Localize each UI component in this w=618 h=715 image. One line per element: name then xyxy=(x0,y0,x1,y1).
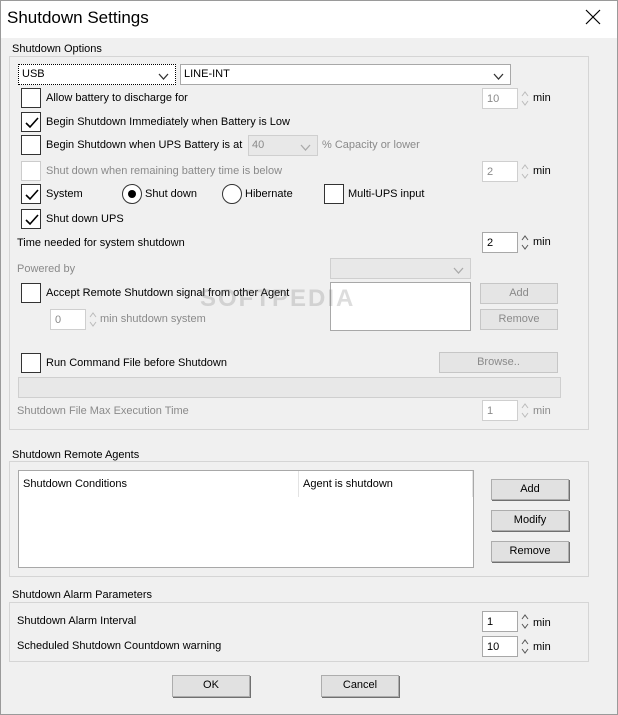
alarm-interval-label: Shutdown Alarm Interval xyxy=(17,615,137,627)
max-exec-unit: min xyxy=(533,405,551,417)
remote-min-input[interactable]: 0 xyxy=(50,309,86,330)
allow-discharge-label: Allow battery to discharge for xyxy=(46,92,188,104)
max-exec-spinner[interactable] xyxy=(520,400,530,421)
begin-at-label: Begin Shutdown when UPS Battery is at xyxy=(46,139,243,151)
time-needed-unit: min xyxy=(533,236,551,248)
max-exec-value: 1 xyxy=(487,405,494,417)
remote-agents-title: Shutdown Remote Agents xyxy=(12,449,140,461)
multi-ups-label: Multi-UPS input xyxy=(348,188,425,200)
allow-discharge-spinner[interactable] xyxy=(520,88,530,109)
remaining-time-value: 2 xyxy=(487,166,494,178)
remaining-time-checkbox[interactable] xyxy=(21,161,41,181)
system-label: System xyxy=(46,188,83,200)
begin-low-checkbox[interactable] xyxy=(21,112,41,132)
shutdown-ups-checkbox[interactable] xyxy=(21,209,41,229)
close-icon[interactable] xyxy=(583,7,603,27)
alarm-interval-value: 1 xyxy=(487,616,494,628)
ups-model-select[interactable]: LINE-INT xyxy=(180,64,511,85)
browse-button[interactable]: Browse.. xyxy=(439,352,558,373)
checkmark-icon xyxy=(25,117,39,129)
hibernate-radio[interactable] xyxy=(222,184,242,204)
allow-discharge-unit: min xyxy=(533,92,551,104)
time-needed-spinner[interactable] xyxy=(520,232,530,253)
remote-remove-button[interactable]: Remove xyxy=(480,309,558,330)
checkmark-icon xyxy=(25,214,39,226)
run-command-label: Run Command File before Shutdown xyxy=(46,357,227,369)
command-file-path[interactable] xyxy=(18,377,561,398)
alarm-interval-spinner[interactable] xyxy=(520,611,530,632)
title-bar: Shutdown Settings xyxy=(0,0,618,38)
powered-by-select[interactable] xyxy=(330,258,471,279)
shutdown-radio-label: Shut down xyxy=(145,188,197,200)
remaining-time-input[interactable]: 2 xyxy=(482,161,518,182)
connection-type-value: USB xyxy=(22,68,45,80)
shutdown-options-title: Shutdown Options xyxy=(12,43,102,55)
time-needed-value: 2 xyxy=(487,237,494,249)
remote-min-spinner[interactable] xyxy=(88,309,98,330)
run-command-checkbox[interactable] xyxy=(21,353,41,373)
softpedia-watermark: SOFTPEDIA xyxy=(200,285,356,312)
system-checkbox[interactable] xyxy=(21,184,41,204)
capacity-select[interactable]: 40 xyxy=(248,135,318,156)
chevron-down-icon xyxy=(493,71,504,83)
powered-by-label: Powered by xyxy=(17,263,76,275)
accept-remote-checkbox[interactable] xyxy=(21,283,41,303)
countdown-value: 10 xyxy=(487,641,500,653)
remote-add-button[interactable]: Add xyxy=(480,283,558,304)
column-header-conditions[interactable]: Shutdown Conditions xyxy=(19,471,299,497)
allow-discharge-input[interactable]: 10 xyxy=(482,88,518,109)
capacity-value: 40 xyxy=(252,139,265,151)
countdown-input[interactable]: 10 xyxy=(482,636,518,657)
remote-agents-table[interactable]: Shutdown Conditions Agent is shutdown xyxy=(18,470,474,568)
time-needed-label: Time needed for system shutdown xyxy=(17,237,185,249)
alarm-title: Shutdown Alarm Parameters xyxy=(12,589,153,601)
allow-discharge-checkbox[interactable] xyxy=(21,88,41,108)
multi-ups-checkbox[interactable] xyxy=(324,184,344,204)
allow-discharge-value: 10 xyxy=(487,93,500,105)
time-needed-input[interactable]: 2 xyxy=(482,232,518,253)
countdown-unit: min xyxy=(533,641,551,653)
remote-min-value: 0 xyxy=(55,314,62,326)
agents-modify-button[interactable]: Modify xyxy=(491,510,569,531)
checkmark-icon xyxy=(25,189,39,201)
max-exec-label: Shutdown File Max Execution Time xyxy=(17,405,189,417)
shutdown-radio[interactable] xyxy=(122,184,142,204)
ups-model-value: LINE-INT xyxy=(184,68,230,80)
shutdown-ups-label: Shut down UPS xyxy=(46,213,124,225)
capacity-suffix: % Capacity or lower xyxy=(322,139,420,151)
alarm-interval-input[interactable]: 1 xyxy=(482,611,518,632)
column-header-agent-shutdown[interactable]: Agent is shutdown xyxy=(299,471,473,497)
chevron-down-icon xyxy=(158,71,169,83)
begin-at-checkbox[interactable] xyxy=(21,135,41,155)
begin-low-label: Begin Shutdown Immediately when Battery … xyxy=(46,116,290,128)
countdown-label: Scheduled Shutdown Countdown warning xyxy=(17,640,222,652)
agents-remove-button[interactable]: Remove xyxy=(491,541,569,562)
chevron-down-icon xyxy=(453,265,464,277)
alarm-interval-unit: min xyxy=(533,617,551,629)
hibernate-radio-label: Hibernate xyxy=(245,188,293,200)
max-exec-input[interactable]: 1 xyxy=(482,400,518,421)
remaining-time-unit: min xyxy=(533,165,551,177)
cancel-button[interactable]: Cancel xyxy=(321,675,399,697)
remaining-time-label: Shut down when remaining battery time is… xyxy=(46,165,283,177)
agents-add-button[interactable]: Add xyxy=(491,479,569,500)
ok-button[interactable]: OK xyxy=(172,675,250,697)
connection-type-select[interactable]: USB xyxy=(18,64,176,85)
remote-min-label: min shutdown system xyxy=(100,313,206,325)
remaining-time-spinner[interactable] xyxy=(520,161,530,182)
countdown-spinner[interactable] xyxy=(520,636,530,657)
window-title: Shutdown Settings xyxy=(7,8,149,27)
chevron-down-icon xyxy=(300,142,311,154)
